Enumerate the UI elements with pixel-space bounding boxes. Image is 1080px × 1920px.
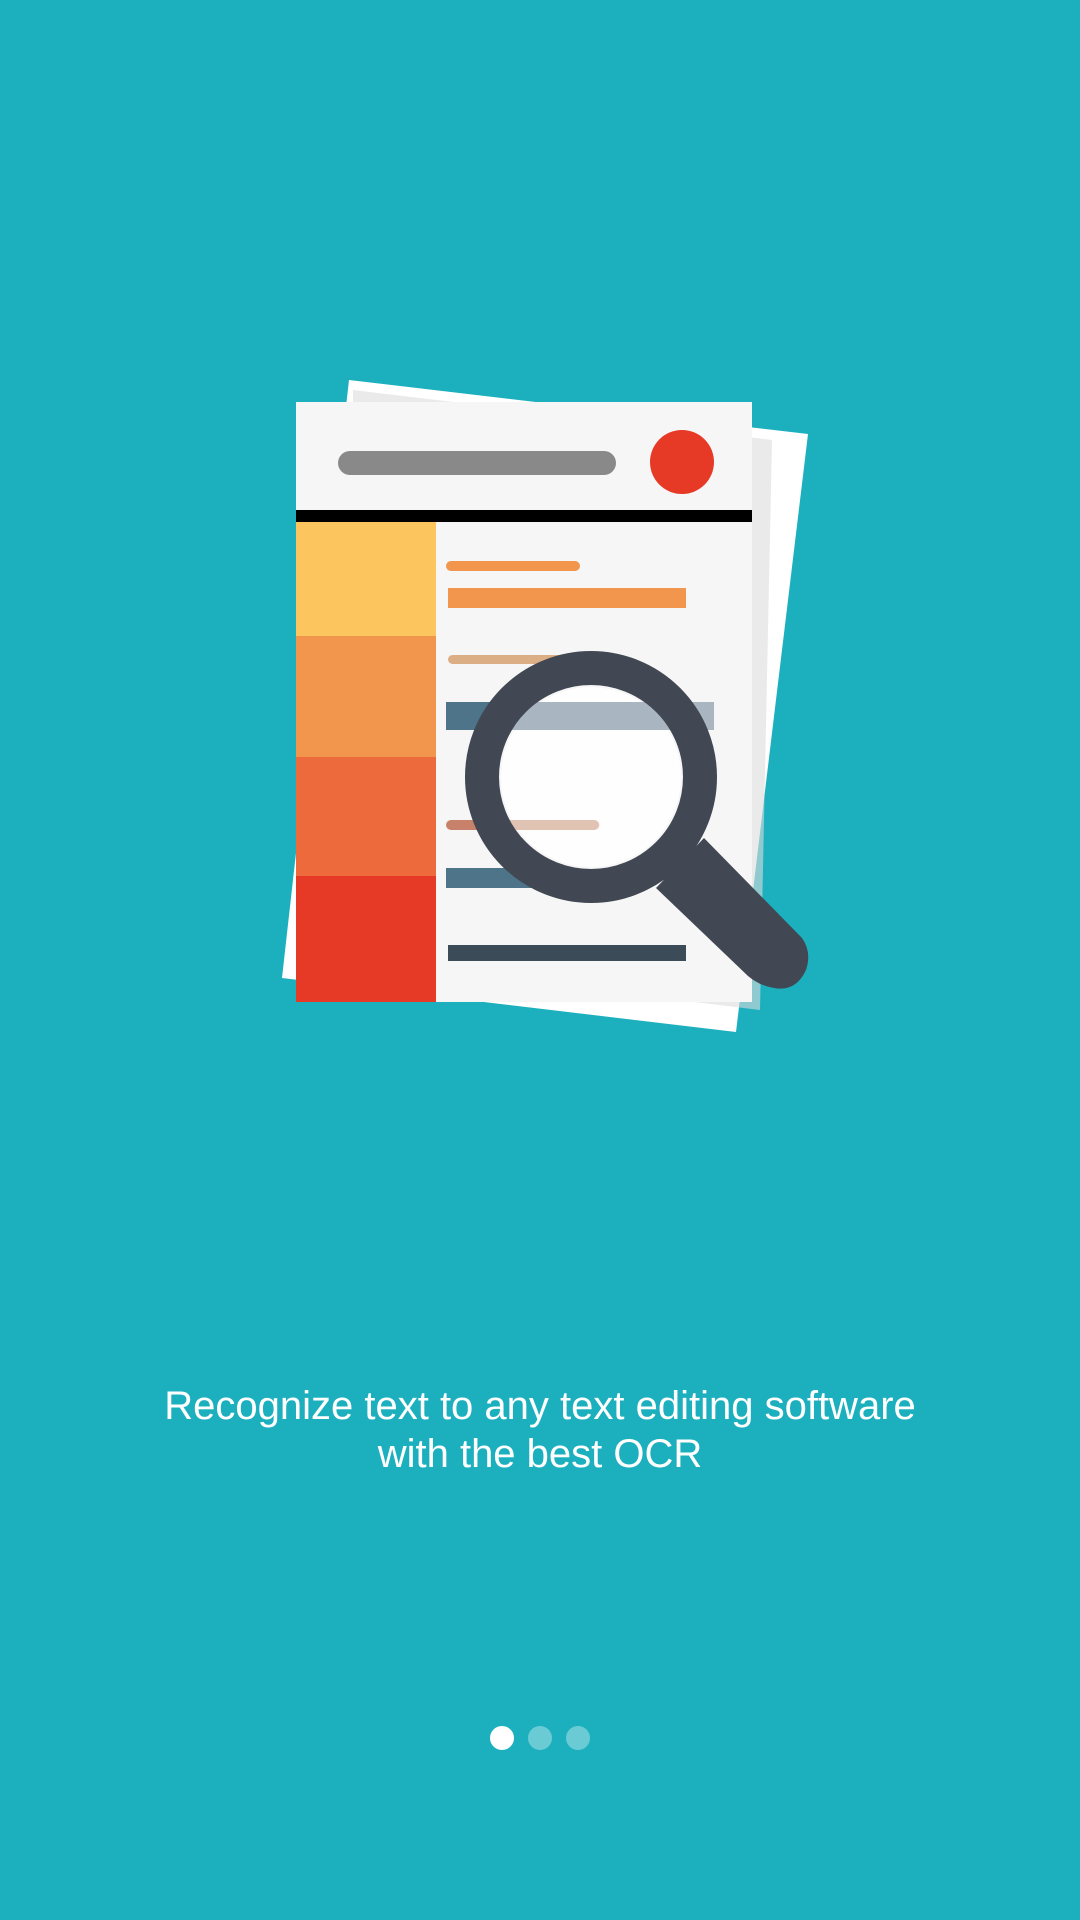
content-bar: [448, 945, 686, 961]
caption-line-2: with the best OCR: [377, 1432, 703, 1476]
document-header-divider: [296, 510, 752, 522]
document-title-bar: [338, 451, 616, 475]
column-yellow-block: [296, 522, 436, 636]
caption-line-1: Recognize text to any text editing softw…: [164, 1384, 916, 1428]
magnified-line: [501, 820, 599, 830]
page-dot-3[interactable]: [566, 1726, 590, 1750]
onboarding-caption: Recognize text to any text editing softw…: [0, 1382, 1080, 1478]
document-red-dot: [650, 430, 714, 494]
column-red-block: [296, 876, 436, 1002]
column-dark-orange-block: [296, 757, 436, 876]
content-line: [446, 561, 580, 571]
document-magnifier-icon: [282, 380, 809, 1032]
content-bar: [448, 588, 686, 608]
page-indicator: [0, 1726, 1080, 1750]
column-orange-block: [296, 636, 436, 757]
page-dot-2[interactable]: [528, 1726, 552, 1750]
onboarding-screen: Recognize text to any text editing softw…: [0, 0, 1080, 1920]
page-dot-1[interactable]: [490, 1726, 514, 1750]
